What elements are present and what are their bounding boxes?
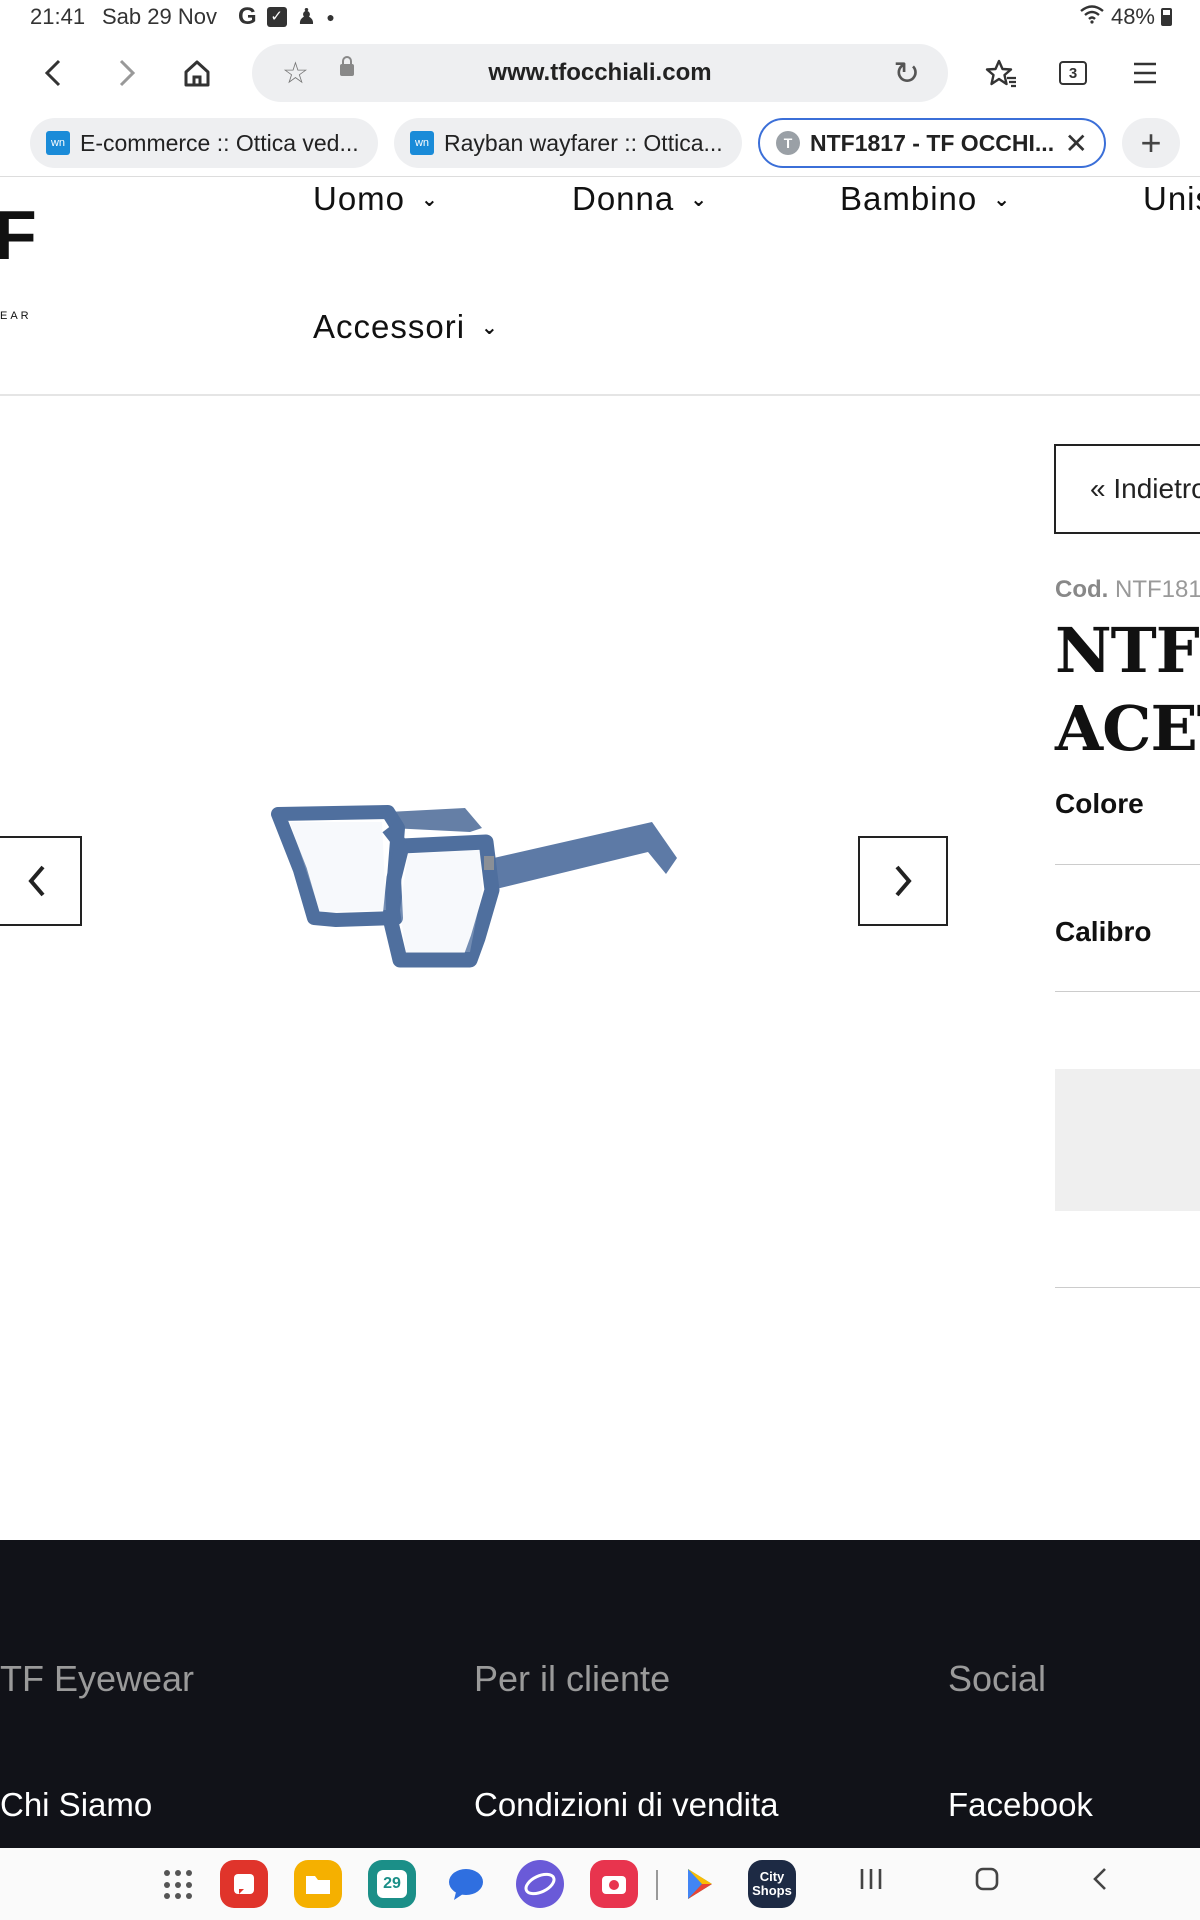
footer-link-condizioni[interactable]: Condizioni di vendita xyxy=(474,1786,779,1824)
tab-count: 3 xyxy=(1059,61,1087,85)
product-title-line1: NTF1817 xyxy=(1055,614,1200,687)
url-text[interactable]: www.tfocchiali.com xyxy=(252,59,948,87)
browser-toolbar: ☆ www.tfocchiali.com ↻ 3 xyxy=(0,40,1200,106)
nav-bambino[interactable]: Bambino ⌄ xyxy=(840,180,1011,218)
battery-percent: 48% xyxy=(1110,4,1155,29)
status-time: 21:41 xyxy=(30,4,86,29)
back-to-list-button[interactable]: « Indietro xyxy=(1054,444,1200,534)
bookmarks-list-icon[interactable] xyxy=(976,48,1026,98)
site-footer: TF Eyewear Per il cliente Social Chi Sia… xyxy=(0,1540,1200,1855)
tab-ntf1817-active[interactable]: T NTF1817 - TF OCCHI... ✕ xyxy=(758,118,1106,168)
tab-favicon: wn xyxy=(46,131,70,155)
recents-icon[interactable] xyxy=(858,1864,884,1903)
page: 21:41 Sab 29 Nov G ✓ ♟ ● 48% ☆ www.tfocc… xyxy=(0,0,1200,1920)
reload-icon[interactable]: ↻ xyxy=(893,54,920,92)
city-shops-app-icon[interactable]: City Shops xyxy=(748,1860,796,1908)
wifi-icon xyxy=(1079,4,1105,30)
site-logo[interactable]: F EAR xyxy=(0,200,40,330)
nav-label: Uomo xyxy=(313,180,406,217)
files-app-icon[interactable] xyxy=(294,1860,342,1908)
city-shops-line2: Shops xyxy=(752,1883,792,1898)
chess-pawn-icon: ♟ xyxy=(296,4,317,29)
option-divider xyxy=(1055,991,1200,992)
menu-icon[interactable] xyxy=(1120,48,1170,98)
option-calibro[interactable]: Calibro xyxy=(1055,916,1151,948)
android-taskbar: 29 City Shops xyxy=(0,1848,1200,1920)
option-divider xyxy=(1055,864,1200,865)
footer-heading-per-il-cliente: Per il cliente xyxy=(474,1658,671,1699)
back-nav-icon[interactable] xyxy=(1090,1864,1110,1903)
chevron-down-icon: ⌄ xyxy=(690,188,709,211)
option-colore[interactable]: Colore xyxy=(1055,788,1144,820)
city-shops-line1: City xyxy=(759,1869,785,1884)
nav-label: Donna xyxy=(572,180,675,217)
chevron-down-icon: ⌄ xyxy=(481,316,499,339)
gallery-prev-button[interactable] xyxy=(0,836,82,926)
google-icon: G xyxy=(238,3,257,30)
logo-wordmark-fragment: EAR xyxy=(0,310,32,322)
footer-heading-tf-eyewear: TF Eyewear xyxy=(0,1658,195,1699)
home-icon[interactable] xyxy=(172,48,222,98)
address-bar[interactable]: ☆ www.tfocchiali.com ↻ xyxy=(252,44,948,102)
status-right: 48% xyxy=(1079,4,1172,30)
more-notifications-dot-icon: ● xyxy=(326,9,335,25)
new-tab-icon[interactable]: + xyxy=(1122,118,1180,168)
gallery-next-button[interactable] xyxy=(858,836,948,926)
camera-app-icon[interactable] xyxy=(590,1860,638,1908)
play-store-icon[interactable] xyxy=(676,1860,724,1908)
notes-app-icon[interactable] xyxy=(220,1860,268,1908)
product-title-line2: ACETATO xyxy=(1055,692,1200,765)
nav-unisex[interactable]: Unis xyxy=(1143,180,1200,218)
forward-icon[interactable] xyxy=(102,48,152,98)
nav-label: Bambino xyxy=(840,180,978,217)
nav-uomo[interactable]: Uomo ⌄ xyxy=(313,180,439,218)
add-to-cart-panel[interactable] xyxy=(1055,1069,1200,1211)
home-nav-icon[interactable] xyxy=(972,1864,1002,1903)
calendar-app-icon[interactable]: 29 xyxy=(368,1860,416,1908)
product-code: Cod. NTF1817 xyxy=(1055,576,1200,604)
product-code-value: NTF1817 xyxy=(1115,576,1200,603)
footer-link-chi-siamo[interactable]: Chi Siamo xyxy=(0,1786,152,1824)
option-divider xyxy=(1055,1287,1200,1288)
dock-separator xyxy=(656,1870,658,1900)
footer-heading-social: Social xyxy=(948,1658,1047,1699)
app-drawer-icon[interactable] xyxy=(164,1870,194,1900)
browser-app-icon[interactable] xyxy=(516,1860,564,1908)
tab-favicon: T xyxy=(776,131,800,155)
tab-ecommerce[interactable]: wn E-commerce :: Ottica ved... xyxy=(30,118,378,168)
chevron-down-icon: ⌄ xyxy=(993,188,1012,211)
chevron-down-icon: ⌄ xyxy=(421,188,439,211)
tab-label: NTF1817 - TF OCCHI... xyxy=(810,129,1055,156)
messages-app-icon[interactable] xyxy=(442,1860,490,1908)
tab-label: E-commerce :: Ottica ved... xyxy=(80,129,359,156)
product-image-glasses[interactable] xyxy=(270,790,690,980)
product-code-label: Cod. xyxy=(1055,576,1109,603)
header-divider xyxy=(0,394,1200,396)
footer-link-facebook[interactable]: Facebook xyxy=(948,1786,1093,1824)
tab-label: Rayban wayfarer :: Ottica... xyxy=(444,129,723,156)
toolbar-divider xyxy=(0,176,1200,177)
tabs-button[interactable]: 3 xyxy=(1048,48,1098,98)
nav-label: Accessori xyxy=(313,308,466,345)
logo-mark-icon: F xyxy=(0,196,37,274)
tab-strip: wn E-commerce :: Ottica ved... wn Rayban… xyxy=(0,114,1200,172)
status-date: Sab 29 Nov xyxy=(102,4,217,29)
nav-accessori[interactable]: Accessori ⌄ xyxy=(313,308,499,346)
nav-donna[interactable]: Donna ⌄ xyxy=(572,180,708,218)
checkbox-notification-icon: ✓ xyxy=(266,7,287,27)
tab-rayban[interactable]: wn Rayban wayfarer :: Ottica... xyxy=(394,118,742,168)
back-icon[interactable] xyxy=(28,48,78,98)
close-tab-icon[interactable]: ✕ xyxy=(1065,127,1088,160)
notification-icons: G ✓ ♟ ● xyxy=(238,3,335,31)
status-bar: 21:41 Sab 29 Nov G ✓ ♟ ● 48% xyxy=(0,0,1200,36)
tab-favicon: wn xyxy=(410,131,434,155)
calendar-day: 29 xyxy=(377,1870,407,1898)
nav-label: Unis xyxy=(1143,180,1200,217)
battery-icon xyxy=(1161,8,1172,26)
